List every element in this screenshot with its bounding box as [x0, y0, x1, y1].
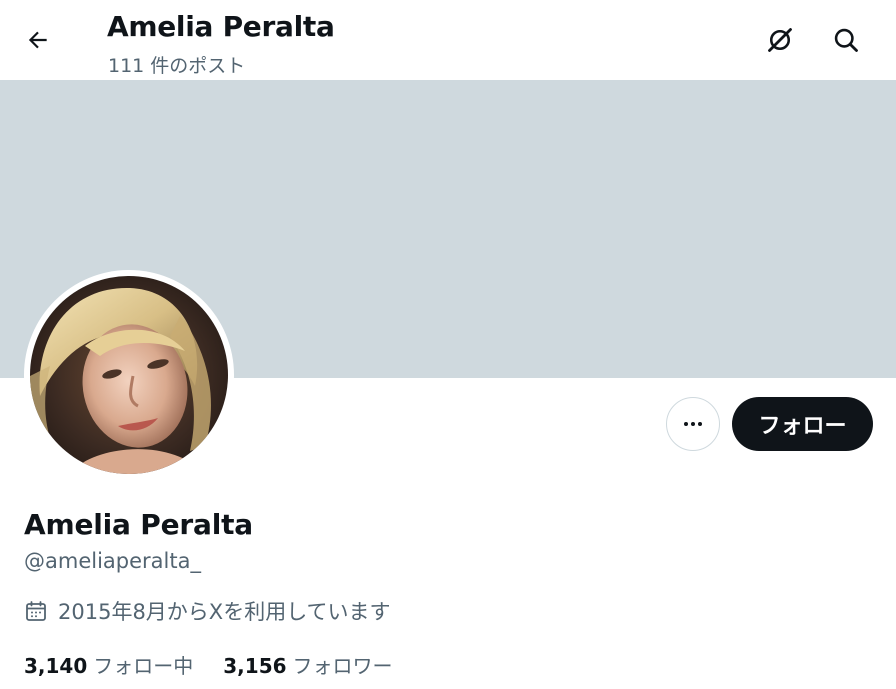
arrow-left-icon	[28, 31, 47, 49]
join-date: 2015年8月からXを利用しています	[24, 596, 391, 626]
following-link[interactable]: 3,140 フォロー中	[24, 650, 193, 679]
followers-count: 3,156	[223, 654, 287, 678]
page-title: Amelia Peralta	[107, 10, 335, 43]
user-handle: @ameliaperalta_	[24, 549, 201, 573]
follow-stats: 3,140 フォロー中 3,156 フォロワー	[24, 650, 423, 679]
following-count: 3,140	[24, 654, 88, 678]
followers-link[interactable]: 3,156 フォロワー	[223, 650, 392, 679]
search-button[interactable]	[826, 20, 866, 60]
more-button[interactable]	[666, 397, 720, 451]
search-icon	[834, 28, 858, 52]
avatar-frame	[24, 270, 234, 480]
post-count: 111 件のポスト	[108, 55, 246, 77]
more-dots-icon	[684, 422, 702, 426]
follow-button[interactable]: フォロー	[732, 397, 873, 451]
calendar-icon	[26, 601, 46, 621]
avatar[interactable]	[30, 276, 228, 474]
followers-label: フォロワー	[292, 654, 393, 678]
join-date-text: 2015年8月からXを利用しています	[58, 600, 391, 624]
back-button[interactable]	[18, 20, 58, 60]
display-name: Amelia Peralta	[24, 508, 253, 541]
top-bar: Amelia Peralta 111 件のポスト	[0, 0, 896, 80]
grok-button[interactable]	[760, 20, 800, 60]
grok-slash-icon	[768, 28, 792, 52]
following-label: フォロー中	[93, 654, 194, 678]
